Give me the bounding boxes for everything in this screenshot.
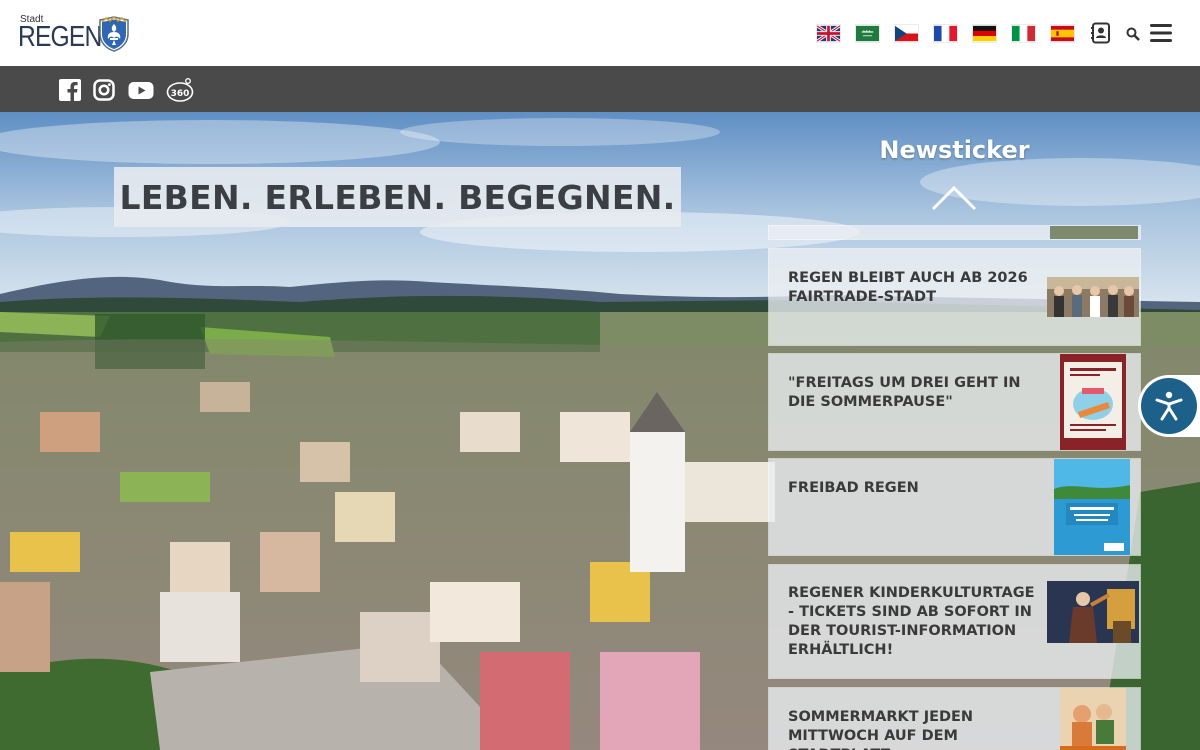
flag-czech-icon[interactable]	[895, 25, 918, 42]
news-thumb-market-poster	[1060, 688, 1126, 750]
news-card[interactable]: REGEN BLEIBT AUCH AB 2026 FAIRTRADE-STAD…	[769, 249, 1140, 345]
accessibility-icon	[1155, 391, 1183, 421]
news-thumb-group-photo	[1047, 277, 1139, 317]
news-card[interactable]: FREIBAD REGEN	[769, 459, 1140, 555]
news-title: FREIBAD REGEN	[788, 480, 919, 496]
menu-icon[interactable]	[1150, 24, 1172, 42]
news-card[interactable]: SOMMERMARKT JEDEN MITTWOCH AUF DEM STADT…	[769, 688, 1140, 750]
news-card[interactable]: REGENER KINDERKULTURTAGE - TICKETS SIND …	[769, 565, 1140, 678]
news-title: SOMMERMARKT JEDEN MITTWOCH AUF DEM STADT…	[788, 709, 974, 750]
accessibility-circle	[1141, 378, 1197, 434]
logo-big-text: REGEN	[18, 21, 102, 53]
accessibility-button[interactable]	[1138, 375, 1200, 437]
flag-france-icon[interactable]	[934, 25, 957, 42]
news-thumb-poster	[1060, 354, 1126, 450]
slogan-banner: LEBEN. ERLEBEN. BEGEGNEN.	[114, 167, 681, 227]
slogan-text: LEBEN. ERLEBEN. BEGEGNEN.	[119, 177, 676, 217]
news-title: REGENER KINDERKULTURTAGE - TICKETS SIND …	[788, 585, 1035, 658]
news-thumb-violin-photo	[1047, 581, 1139, 643]
news-title: REGEN BLEIBT AUCH AB 2026 FAIRTRADE-STAD…	[788, 270, 1028, 305]
news-thumb-pool-poster	[1054, 459, 1130, 555]
language-switcher	[817, 25, 1074, 42]
youtube-icon[interactable]	[128, 79, 154, 101]
hero-section: LEBEN. ERLEBEN. BEGEGNEN. Newsticker REG…	[0, 112, 1200, 750]
news-thumb-partial	[1050, 226, 1138, 239]
360-icon[interactable]: 360	[166, 77, 194, 103]
search-icon[interactable]	[1126, 27, 1140, 41]
flag-saudi-icon[interactable]	[856, 25, 879, 42]
site-header: Stadt REGEN	[0, 0, 1200, 66]
social-bar: 360	[0, 66, 1200, 112]
flag-spain-icon[interactable]	[1051, 25, 1074, 42]
news-card[interactable]: "FREITAGS UM DREI GEHT IN DIE SOMMERPAUS…	[769, 354, 1140, 450]
flag-uk-icon[interactable]	[817, 25, 840, 42]
flag-germany-icon[interactable]	[973, 25, 996, 42]
news-card-partial[interactable]	[769, 226, 1140, 239]
chevron-up-icon[interactable]	[930, 184, 978, 212]
instagram-icon[interactable]	[93, 79, 115, 101]
svg-text:360: 360	[171, 89, 190, 99]
contact-book-icon[interactable]	[1090, 22, 1112, 44]
newsticker-title: Newsticker	[879, 136, 1030, 164]
facebook-icon[interactable]	[59, 79, 81, 101]
city-crest-icon	[99, 16, 129, 52]
site-logo[interactable]: Stadt REGEN	[18, 14, 134, 54]
flag-italy-icon[interactable]	[1012, 25, 1035, 42]
news-title: "FREITAGS UM DREI GEHT IN DIE SOMMERPAUS…	[788, 375, 1021, 410]
